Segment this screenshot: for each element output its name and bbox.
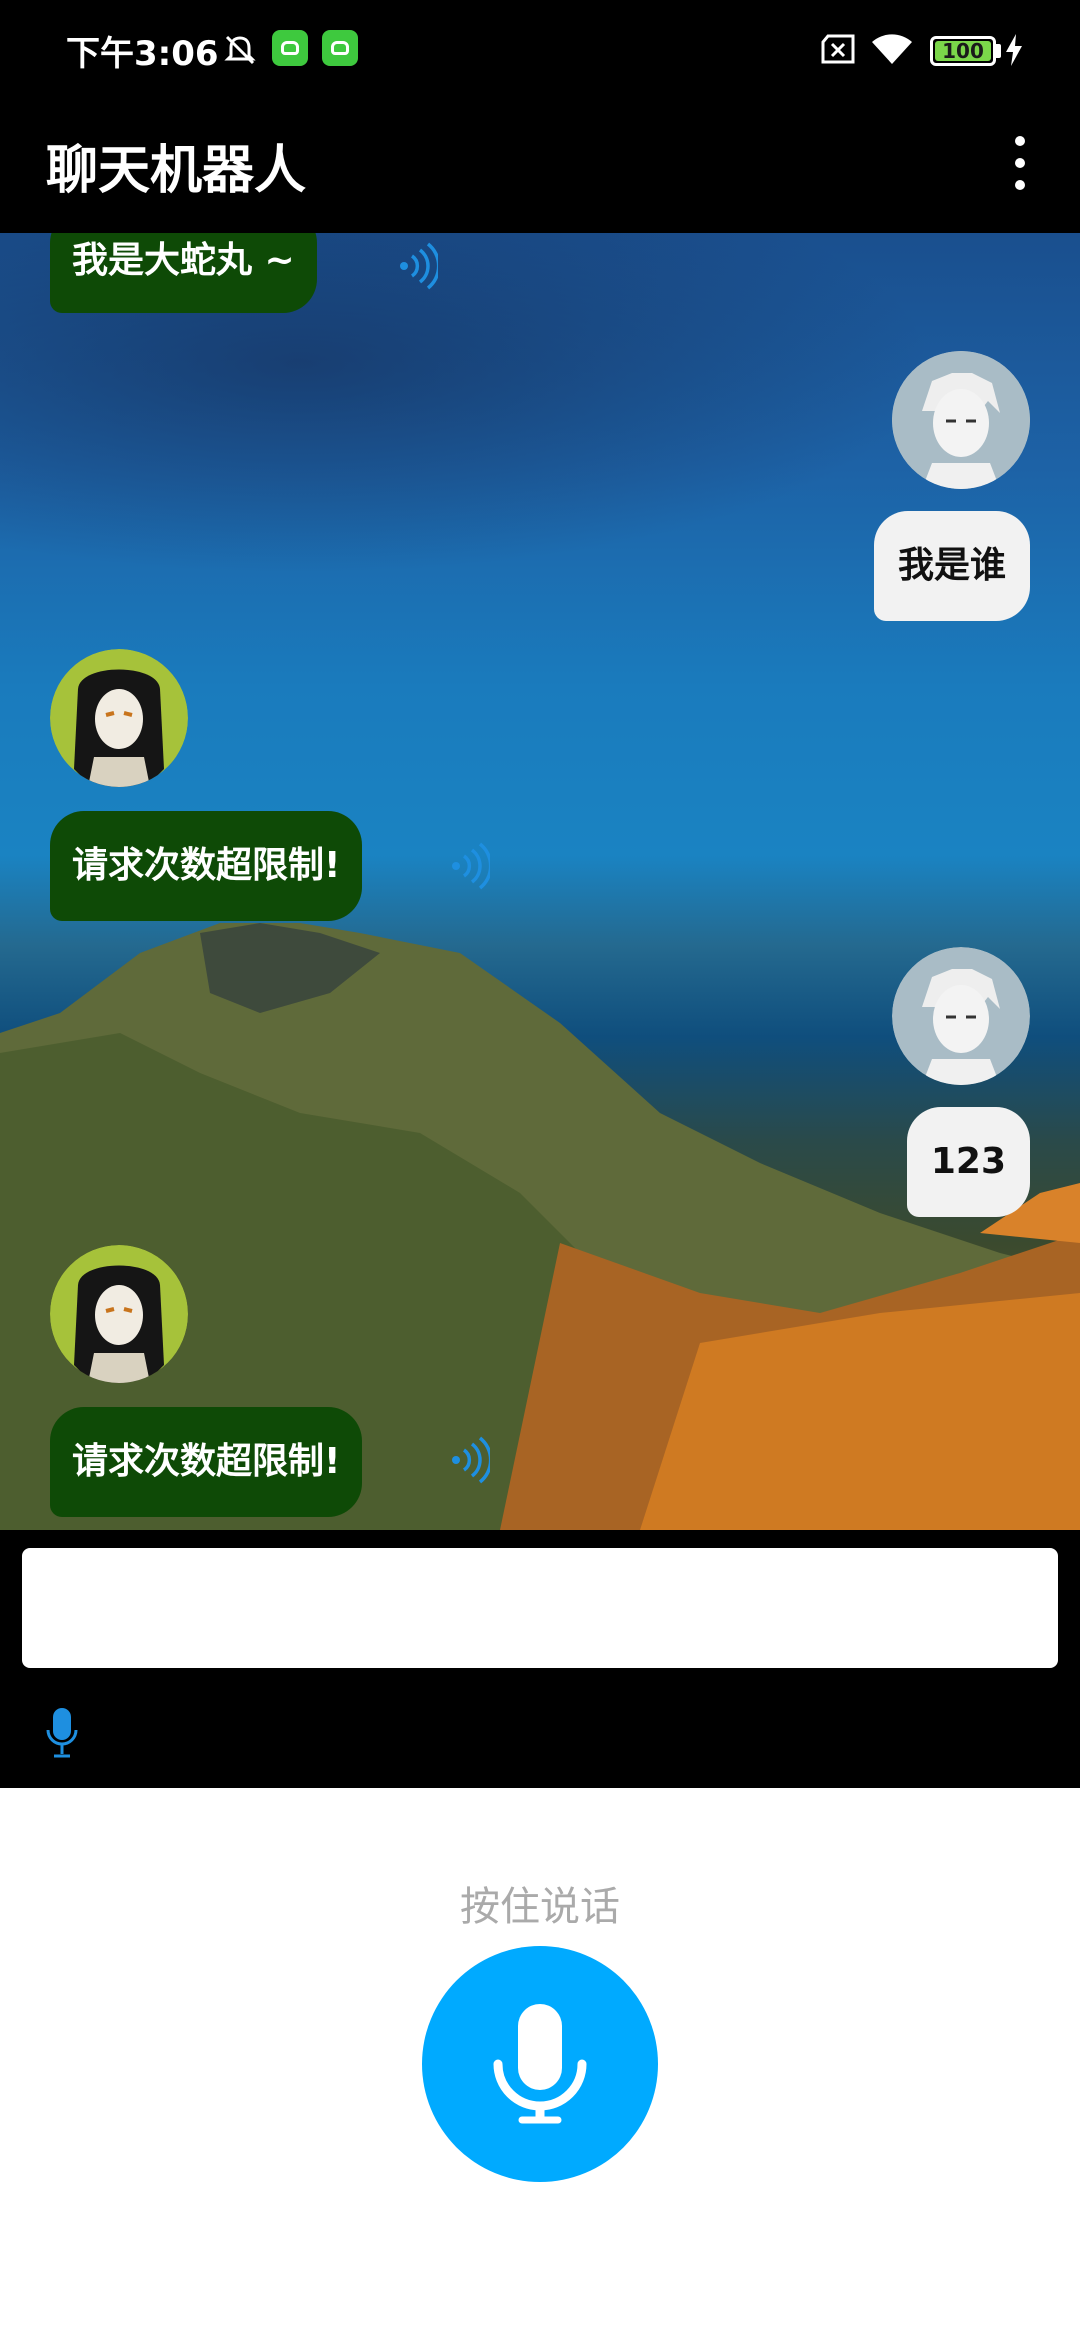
bot-avatar (50, 1245, 188, 1383)
battery-icon: 100 (930, 36, 996, 66)
message-text: 我是大蛇丸 ~ (72, 240, 295, 281)
overflow-menu-icon[interactable] (1000, 130, 1040, 196)
bot-avatar (50, 649, 188, 787)
message-input[interactable] (22, 1548, 1058, 1668)
app-bar: 聊天机器人 (0, 100, 1080, 233)
user-message-bubble: 我是谁 (873, 511, 1030, 621)
bot-message-bubble: 请求次数超限制! (50, 1407, 363, 1517)
hold-to-talk-button[interactable] (422, 1946, 658, 2182)
chat-list[interactable]: 我是大蛇丸 ~ 我是谁 请求次数超限制! 123 请求次数超限制! (0, 233, 1080, 1530)
wifi-icon (872, 34, 912, 64)
message-text: 请求次数超限制! (72, 845, 341, 886)
message-text: 我是谁 (897, 545, 1006, 586)
battery-level: 100 (942, 39, 984, 63)
message-text: 请求次数超限制! (72, 1441, 341, 1482)
user-avatar (892, 351, 1030, 489)
page-title: 聊天机器人 (46, 141, 307, 201)
charging-icon (1006, 34, 1022, 66)
speaker-icon[interactable] (450, 841, 490, 891)
message-text: 123 (930, 1141, 1006, 1182)
status-time: 下午3:06 (66, 34, 219, 74)
app-notification-icon (322, 30, 358, 66)
speaker-icon[interactable] (450, 1435, 490, 1485)
mute-bell-icon (224, 35, 256, 65)
hold-to-talk-label: 按住说话 (460, 1884, 620, 1930)
user-message-bubble: 123 (906, 1107, 1030, 1217)
status-bar: 下午3:06 100 (0, 0, 1080, 100)
microphone-icon (493, 2004, 587, 2124)
user-avatar (892, 947, 1030, 1085)
app-notification-icon (272, 30, 308, 66)
bot-message-bubble: 请求次数超限制! (50, 811, 363, 921)
voice-input-panel: 按住说话 (0, 1788, 1080, 2340)
bot-message-bubble: 我是大蛇丸 ~ (50, 233, 317, 313)
no-sim-icon (821, 34, 855, 64)
mic-toggle-icon[interactable] (44, 1706, 80, 1760)
speaker-icon[interactable] (398, 241, 438, 291)
input-bar (0, 1530, 1080, 1788)
